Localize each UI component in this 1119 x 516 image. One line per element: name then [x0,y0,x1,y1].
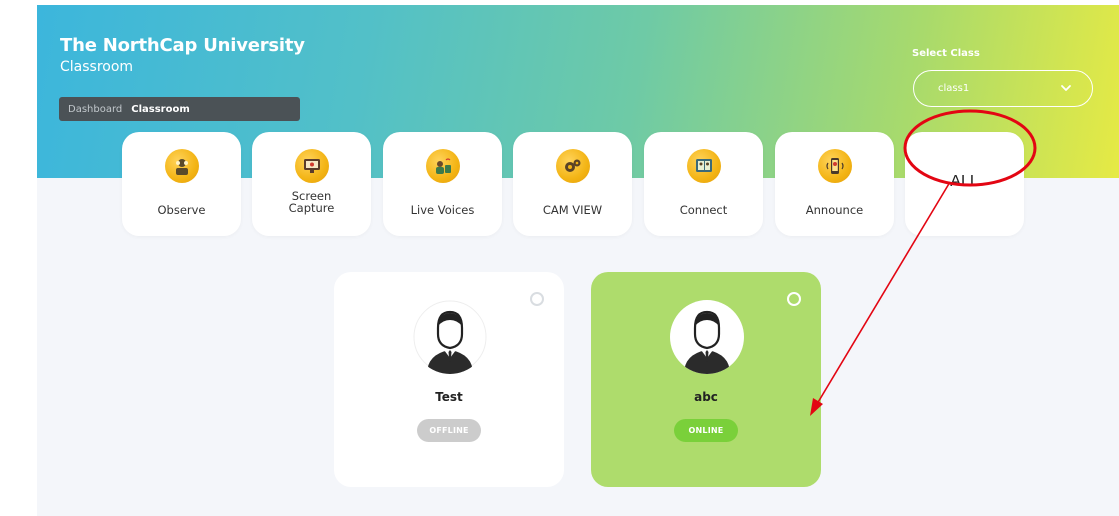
student-card-abc[interactable]: abc ONLINE [591,272,821,487]
connect-icon [686,149,721,183]
screen-capture-button[interactable]: Screen Capture [252,132,371,236]
live-voices-button[interactable]: Live Voices [383,132,502,236]
tool-label: Live Voices [410,203,475,217]
breadcrumb-classroom: Classroom [131,103,190,115]
app-window: The NorthCap University Classroom Dashbo… [37,5,1119,516]
tool-label: Screen Capture [252,190,371,214]
class-dropdown-value: class1 [938,83,970,94]
tool-label-line2: Capture [288,201,335,215]
person-icon [413,300,487,374]
all-button[interactable]: ALL [905,132,1024,236]
avatar [413,300,487,374]
breadcrumb: Dashboard Classroom [59,97,300,121]
university-title: The NorthCap University [60,35,305,56]
observe-button[interactable]: Observe [122,132,241,236]
chevron-down-icon [1061,85,1071,91]
tool-label: Connect [679,203,728,217]
person-icon [671,301,743,374]
select-radio[interactable] [787,292,801,306]
connect-button[interactable]: Connect [644,132,763,236]
student-name: Test [435,390,463,404]
page-subtitle: Classroom [60,59,134,75]
announce-icon [817,149,852,183]
student-name: abc [694,390,718,404]
status-badge: OFFLINE [417,419,481,442]
status-badge: ONLINE [674,419,738,442]
avatar [670,300,744,374]
brand: The NorthCap University Classroom [60,35,305,75]
live-voices-icon [425,149,460,183]
class-dropdown[interactable]: class1 [913,70,1093,107]
observe-icon [164,149,199,183]
cam-view-button[interactable]: CAM VIEW [513,132,632,236]
tool-label: Announce [805,203,864,217]
screen-capture-icon [294,149,329,183]
cam-view-icon [555,149,590,183]
tool-label: CAM VIEW [542,203,603,217]
select-class-label: Select Class [912,48,980,59]
tool-label: Observe [157,203,206,217]
tool-label: ALL [950,173,979,190]
student-card-test[interactable]: Test OFFLINE [334,272,564,487]
announce-button[interactable]: Announce [775,132,894,236]
breadcrumb-dashboard[interactable]: Dashboard [68,104,122,115]
select-radio[interactable] [530,292,544,306]
